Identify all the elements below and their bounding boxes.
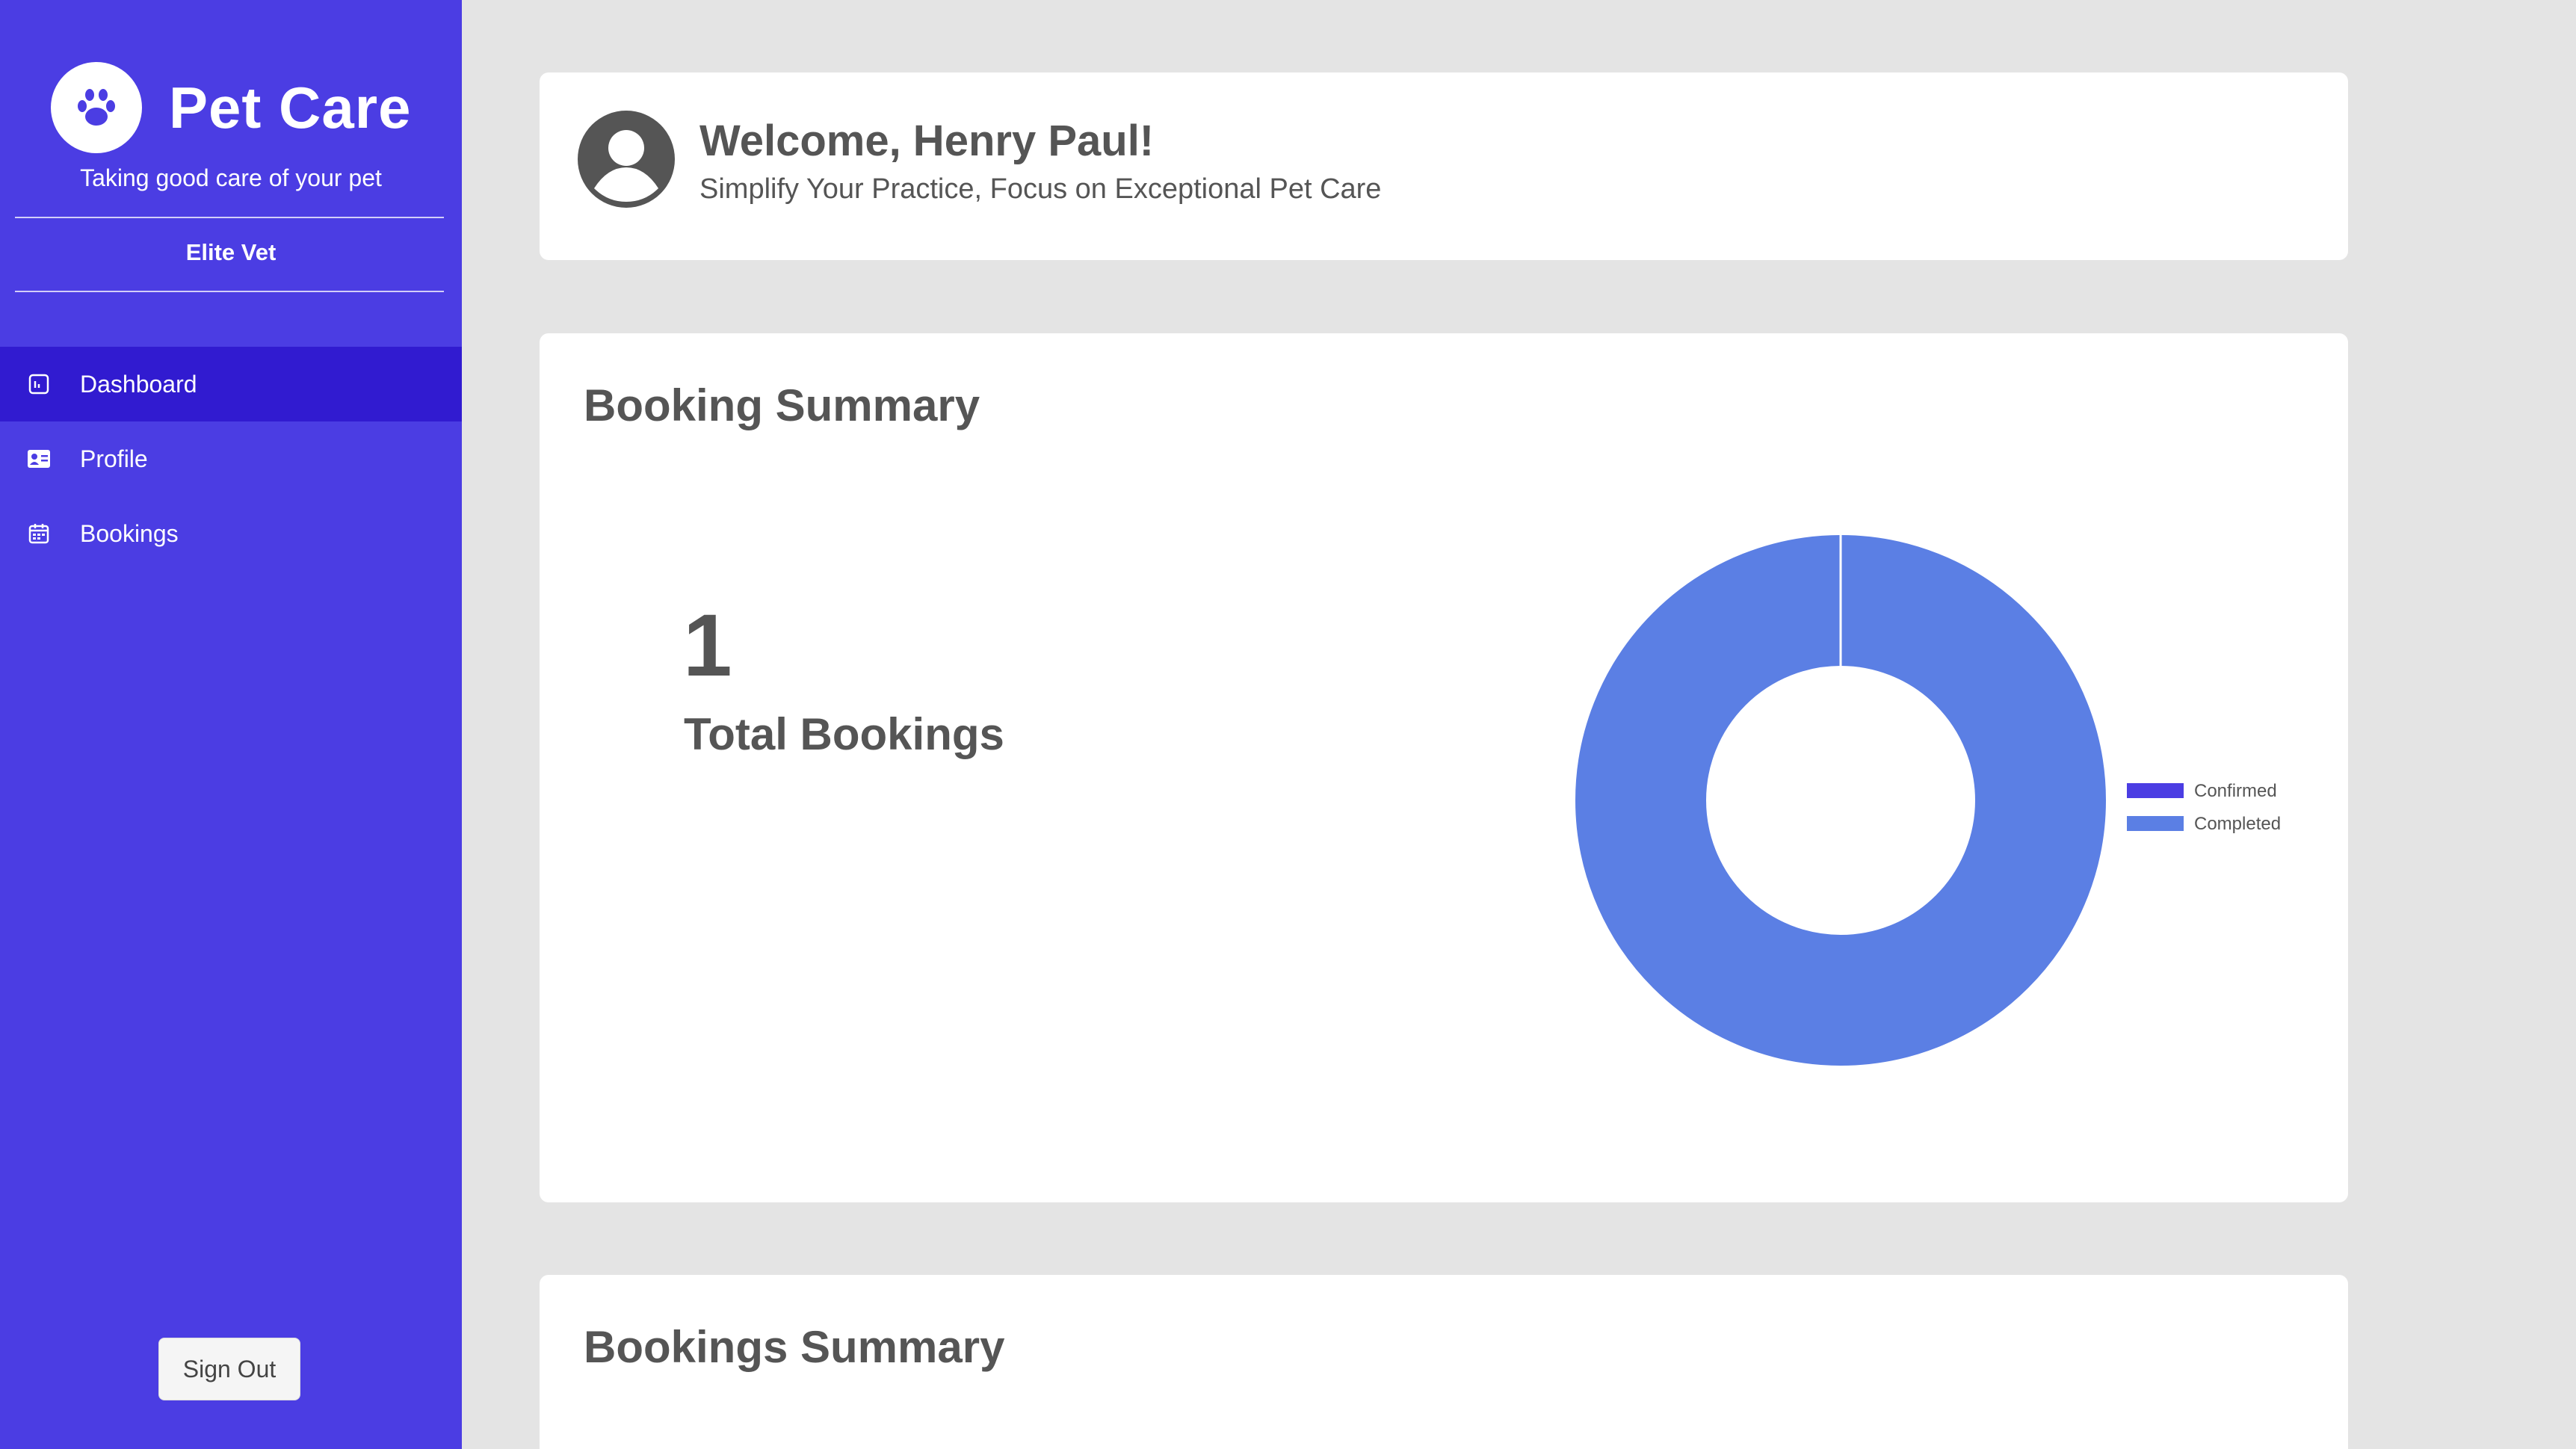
sidebar-item-profile[interactable]: Profile xyxy=(0,421,462,496)
booking-status-donut-chart: Confirmed Completed xyxy=(1575,535,2281,1066)
sidebar-item-bookings[interactable]: Bookings xyxy=(0,496,462,571)
id-card-icon xyxy=(26,446,52,472)
legend-swatch-completed[interactable] xyxy=(2127,816,2184,831)
legend-label-completed[interactable]: Completed xyxy=(2194,814,2281,834)
brand-name: Pet Care xyxy=(169,74,412,140)
divider xyxy=(15,217,444,218)
sidebar-item-dashboard[interactable]: Dashboard xyxy=(0,347,462,421)
sidebar-item-label: Dashboard xyxy=(80,370,197,398)
paw-logo-icon xyxy=(51,62,142,153)
clinic-name: Elite Vet xyxy=(185,239,277,265)
avatar-icon xyxy=(578,111,675,208)
legend-swatch-confirmed[interactable] xyxy=(2127,783,2184,798)
booking-summary-card: Booking Summary 1 Total Bookings Confirm… xyxy=(540,333,2348,1202)
sidebar-item-label: Profile xyxy=(80,445,148,472)
sidebar-nav: Dashboard Profile Bookings xyxy=(0,347,462,571)
sidebar-item-label: Bookings xyxy=(80,519,179,547)
dashboard-icon xyxy=(26,371,52,397)
welcome-subtitle: Simplify Your Practice, Focus on Excepti… xyxy=(699,173,1382,205)
welcome-title: Welcome, Henry Paul! xyxy=(699,117,1155,165)
app: Pet Care Taking good care of your pet El… xyxy=(0,0,2576,1449)
divider xyxy=(15,291,444,292)
legend-label-confirmed[interactable]: Confirmed xyxy=(2194,781,2277,801)
calendar-icon xyxy=(26,521,52,546)
bookings-summary-title: Bookings Summary xyxy=(584,1322,1005,1372)
tagline: Taking good care of your pet xyxy=(80,164,382,191)
bookings-summary-card: Bookings Summary xyxy=(540,1275,2348,1449)
sign-out-button[interactable]: Sign Out xyxy=(158,1338,300,1400)
brand: Pet Care xyxy=(51,62,412,153)
sidebar: Pet Care Taking good care of your pet El… xyxy=(0,0,462,1449)
welcome-card: Welcome, Henry Paul! Simplify Your Pract… xyxy=(540,72,2348,260)
